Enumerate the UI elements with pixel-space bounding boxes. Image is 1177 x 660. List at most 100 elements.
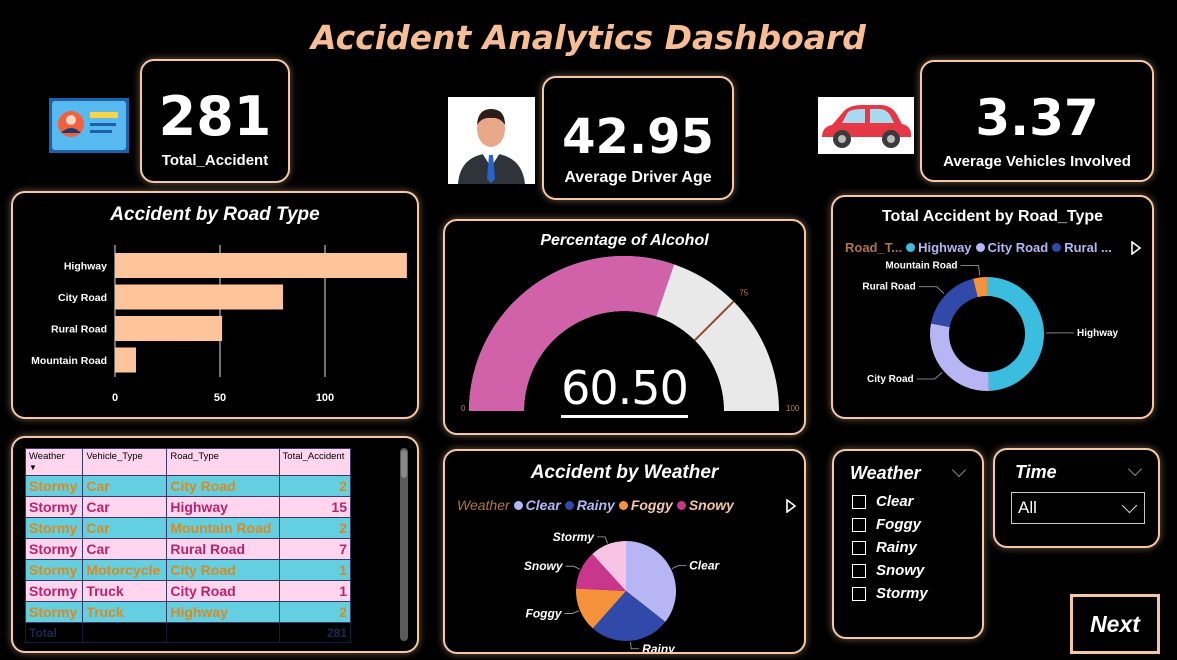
gauge-value-label: 60.50 <box>561 361 689 418</box>
cell-total-accident: 1 <box>278 559 352 581</box>
pie-slice-label: Rainy <box>642 642 676 652</box>
bar[interactable] <box>115 284 283 310</box>
dashboard-title: Accident Analytics Dashboard <box>311 18 866 57</box>
kpi-total-accident-card: 281 Total_Accident <box>140 59 290 183</box>
cell-weather: Stormy <box>24 559 84 581</box>
table-total-value: 281 <box>278 622 352 643</box>
cell-weather: Stormy <box>24 496 84 518</box>
leader-line <box>960 265 981 276</box>
checkbox[interactable] <box>852 494 866 509</box>
cell-weather: Stormy <box>24 601 84 623</box>
table-total-label: Total <box>24 622 84 643</box>
checkbox[interactable] <box>852 540 866 555</box>
cell-road-type: Rural Road <box>166 538 280 560</box>
slice-rural-road[interactable] <box>930 278 978 328</box>
cell-weather: Stormy <box>24 580 84 602</box>
donut-slice-label: Highway <box>1077 328 1119 339</box>
slice-city-road[interactable] <box>930 323 989 391</box>
cell-vehicle-type: Car <box>82 538 168 560</box>
weather-option-label: Stormy <box>876 585 928 602</box>
pie-slice-label: Foggy <box>526 606 563 620</box>
header-total-accident[interactable]: Total_Accident <box>278 448 352 476</box>
road-type-bar-card: Accident by Road Type 0 50 100 Highway City … <box>11 191 419 419</box>
table-scrollbar-handle[interactable] <box>401 450 407 478</box>
leader-line <box>565 565 581 570</box>
header-weather[interactable]: Weather ▼ <box>24 448 84 476</box>
cell-weather: Stormy <box>24 517 84 539</box>
table-row[interactable]: Stormy Truck Highway 2 <box>24 601 352 623</box>
cell-weather: Stormy <box>24 475 84 497</box>
weather-option-foggy[interactable]: Foggy <box>852 516 921 533</box>
checkbox[interactable] <box>852 517 866 532</box>
weather-option-label: Snowy <box>876 562 925 579</box>
weather-option-label: Clear <box>876 493 914 510</box>
weather-pie-card: Accident by Weather Weather Clear Rainy Fog… <box>443 449 806 654</box>
weather-option-label: Foggy <box>876 516 921 533</box>
time-slicer-title: Time <box>1015 462 1057 482</box>
y-category-label: Mountain Road <box>31 355 107 367</box>
accident-table-card: Weather ▼ Vehicle_Type Road_Type Total_Ac… <box>11 436 419 653</box>
x-tick-label: 50 <box>214 392 226 404</box>
kpi-avg-driver-age-label: Average Driver Age <box>564 169 712 186</box>
next-button[interactable]: Next <box>1070 594 1160 654</box>
kpi-avg-driver-age-card: 42.95 Average Driver Age <box>542 76 734 200</box>
y-category-label: City Road <box>58 292 107 304</box>
bar[interactable] <box>115 316 223 341</box>
checkbox[interactable] <box>852 563 866 578</box>
cell-vehicle-type: Car <box>82 496 168 518</box>
weather-slicer-chevron-icon[interactable] <box>951 462 967 478</box>
cell-vehicle-type: Motorcycle <box>82 559 168 581</box>
bar[interactable] <box>115 253 407 278</box>
kpi-total-accident-value: 281 <box>158 85 272 148</box>
table-row[interactable]: Stormy Truck City Road 1 <box>24 580 352 602</box>
leader-line <box>918 286 945 294</box>
leader-line <box>916 372 943 380</box>
time-dropdown-value: All <box>1018 498 1037 517</box>
time-dropdown[interactable]: All <box>1011 492 1145 524</box>
x-tick-label: 100 <box>316 392 334 404</box>
weather-slicer: Weather Clear Foggy Rainy Snowy Stormy <box>832 449 984 639</box>
table-scrollbar-track[interactable] <box>400 448 408 641</box>
weather-option-clear[interactable]: Clear <box>852 493 914 510</box>
leader-line <box>630 641 640 650</box>
y-category-label: Rural Road <box>51 324 107 336</box>
chevron-down-icon <box>1121 497 1138 514</box>
table-row[interactable]: Stormy Car Rural Road 7 <box>24 538 352 560</box>
checkbox[interactable] <box>852 586 866 601</box>
weather-slicer-title: Weather <box>850 463 921 483</box>
x-tick-label: 0 <box>112 392 118 404</box>
weather-pie-chart: Clear Rainy Foggy Snowy Stormy <box>524 530 721 652</box>
cell-total-accident: 2 <box>278 601 352 623</box>
id-card-icon <box>48 97 130 154</box>
cell-road-type: Highway <box>166 601 280 623</box>
slice-highway[interactable] <box>987 277 1045 391</box>
time-slicer-chevron-icon[interactable] <box>1127 461 1143 477</box>
kpi-total-accident-label: Total_Accident <box>161 152 269 169</box>
cell-road-type: City Road <box>166 559 280 581</box>
cell-total-accident: 1 <box>278 580 352 602</box>
weather-option-stormy[interactable]: Stormy <box>852 585 928 602</box>
pie-slice-label: Stormy <box>553 530 596 544</box>
header-road-type[interactable]: Road_Type <box>166 448 280 476</box>
alcohol-gauge-card: Percentage of Alcohol 75 0 100 60.50 <box>443 219 806 435</box>
weather-option-snowy[interactable]: Snowy <box>852 562 924 579</box>
car-icon <box>818 97 914 154</box>
table-row[interactable]: Stormy Motorcycle City Road 1 <box>24 559 352 581</box>
leader-line <box>671 565 687 570</box>
header-vehicle-type[interactable]: Vehicle_Type <box>82 448 168 476</box>
table-row[interactable]: Stormy Car City Road 2 <box>24 475 352 497</box>
weather-option-rainy[interactable]: Rainy <box>852 539 917 556</box>
driver-person-icon <box>448 97 535 184</box>
donut-slice-label: Rural Road <box>862 282 915 293</box>
table-row[interactable]: Stormy Car Highway 15 <box>24 496 352 518</box>
cell-weather: Stormy <box>24 538 84 560</box>
table-row[interactable]: Stormy Car Mountain Road 2 <box>24 517 352 539</box>
cell-road-type: Highway <box>166 496 280 518</box>
cell-vehicle-type: Truck <box>82 580 168 602</box>
road-type-donut-chart: Highway City Road Rural Road Mountain Road <box>862 261 1119 391</box>
bar[interactable] <box>115 347 136 373</box>
cell-vehicle-type: Car <box>82 517 168 539</box>
sort-descending-icon: ▼ <box>29 463 37 472</box>
gauge-target-label: 75 <box>739 289 748 298</box>
cell-total-accident: 2 <box>278 475 352 497</box>
